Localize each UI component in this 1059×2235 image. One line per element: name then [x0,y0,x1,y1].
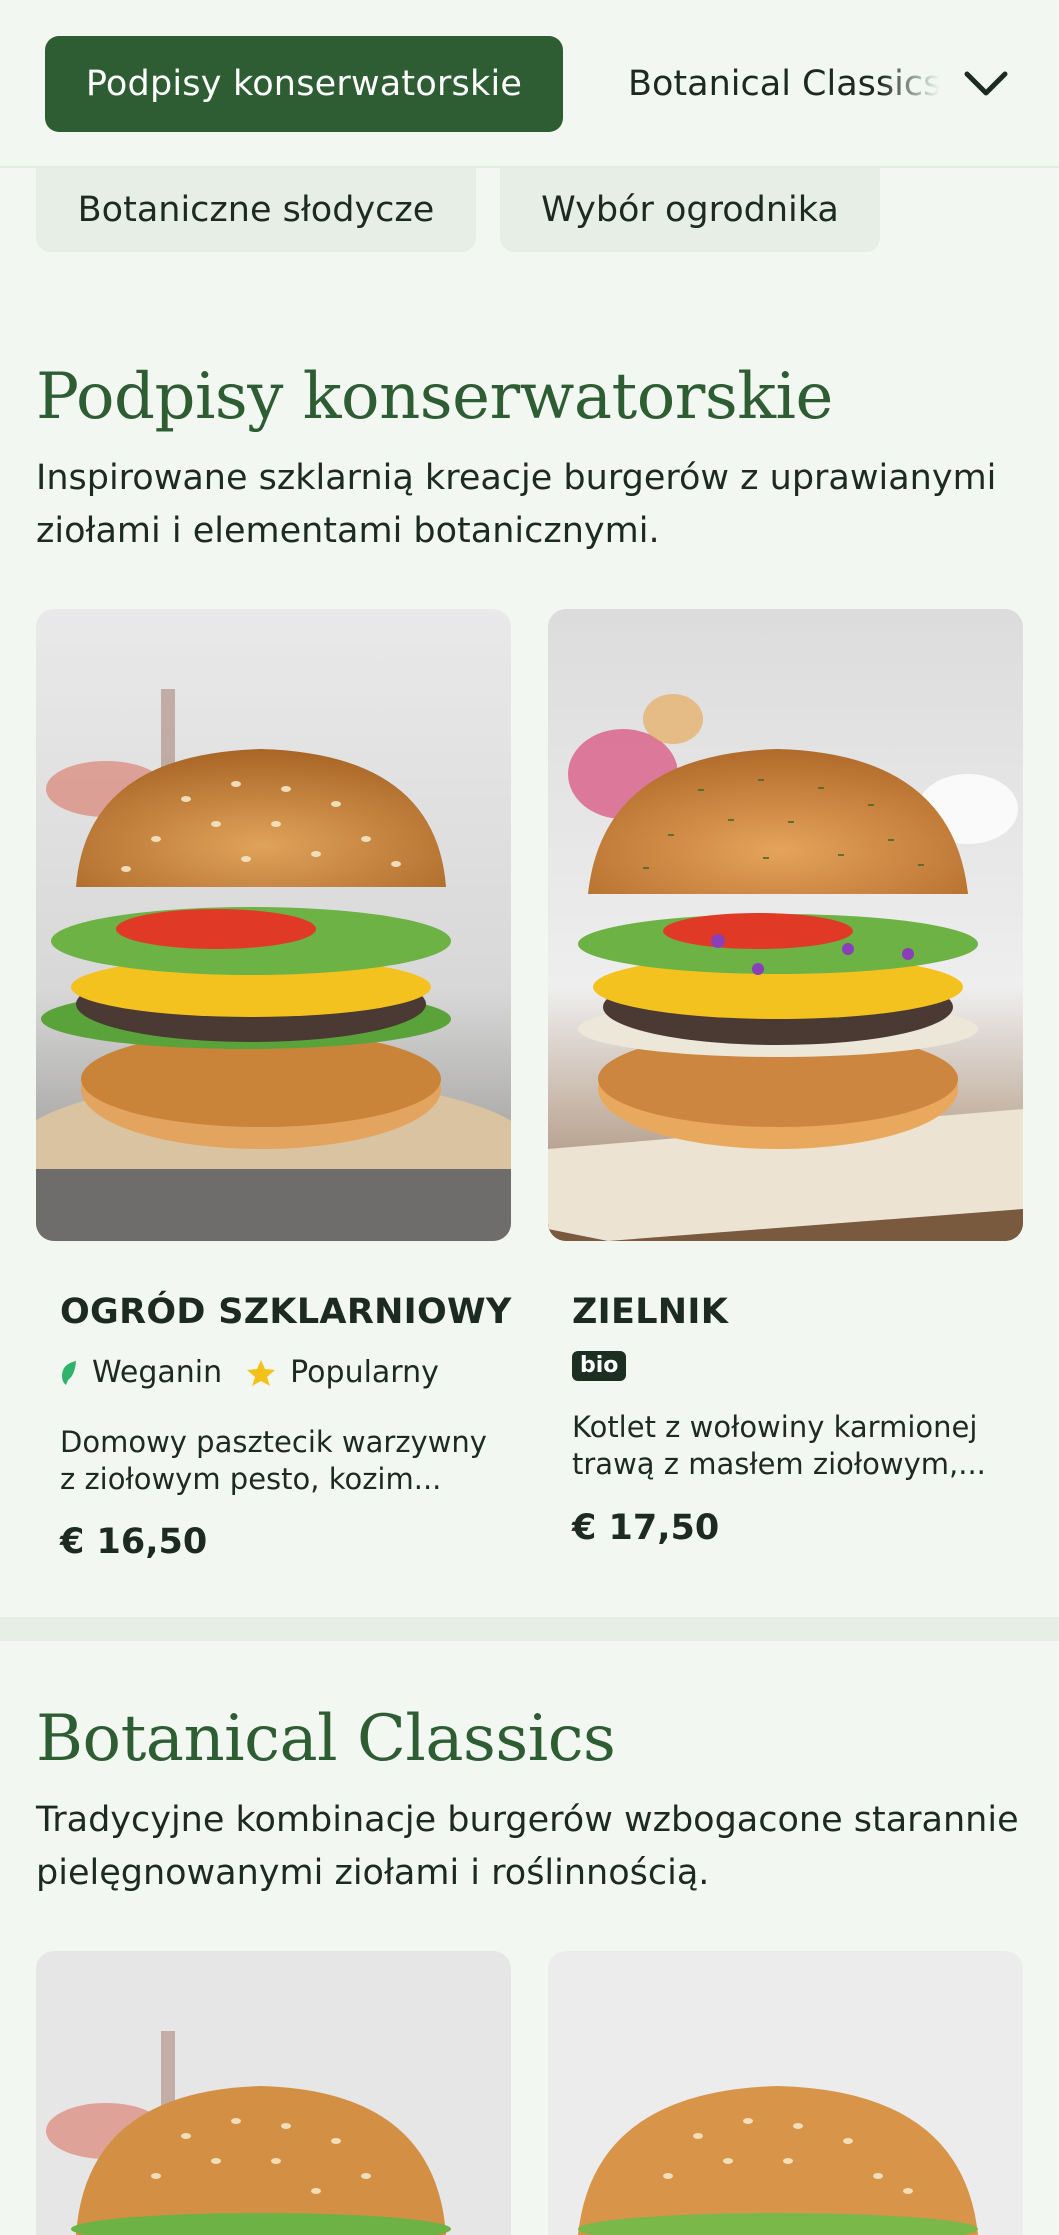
menu-item-price: € 16,50 [60,1522,208,1562]
category-nav: Podpisy konserwatorskie Botanical Classi… [0,0,1059,168]
bio-badge: bio [572,1351,627,1381]
category-chip-sweets[interactable]: Botaniczne słodycze [36,168,476,252]
menu-item-image[interactable] [36,609,511,1241]
section-divider [0,1617,1059,1641]
section-description: Tradycyjne kombinacje burgerów wzbogacon… [36,1800,1019,1893]
menu-item-image[interactable] [36,1951,511,2235]
menu-item-description: Kotlet z wołowiny karmionej trawą z masł… [572,1410,986,1481]
section-description: Inspirowane szklarnią kreacje burgerów z… [36,458,997,551]
category-chip-gardener[interactable]: Wybór ogrodnika [500,168,880,252]
menu-item-image[interactable] [548,1951,1023,2235]
tag-vegan: Weganin [92,1355,223,1390]
section-title: Botanical Classics [36,1702,616,1776]
star-icon [246,1359,276,1387]
leaf-icon [60,1360,78,1386]
menu-item-image[interactable] [548,609,1023,1241]
section-title: Podpisy konserwatorskie [36,360,833,434]
chevron-down-icon[interactable] [960,60,1012,108]
category-chip-active[interactable]: Podpisy konserwatorskie [45,36,563,132]
menu-item-description: Domowy pasztecik warzywny z ziołowym pes… [60,1425,487,1496]
tag-popular: Popularny [290,1355,439,1390]
menu-item-name[interactable]: ZIELNIK [572,1292,728,1332]
menu-item-name[interactable]: OGRÓD SZKLARNIOWY [60,1292,512,1332]
scroll-fade [880,36,950,132]
menu-item-price: € 17,50 [572,1508,720,1548]
menu-item-tags: Weganin Popularny [60,1355,439,1390]
